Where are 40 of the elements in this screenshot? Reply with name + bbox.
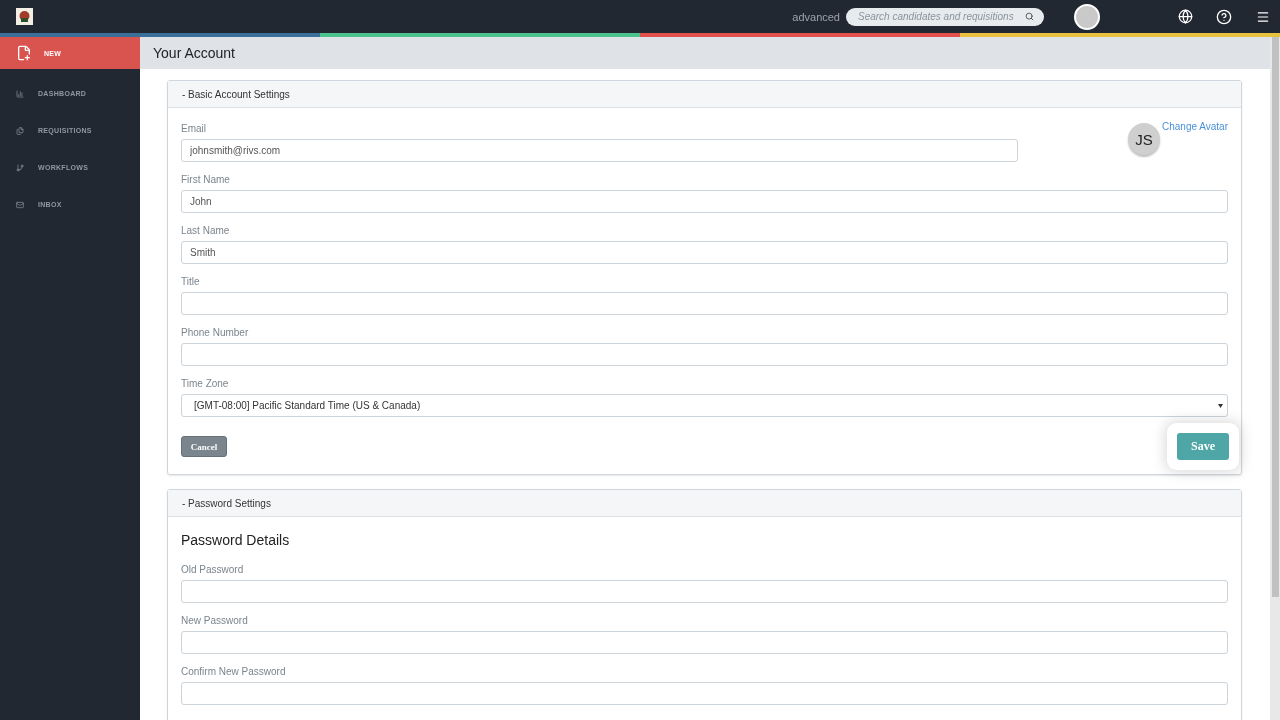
input-field[interactable]: John: [181, 190, 1228, 213]
page-title: Your Account: [140, 37, 1270, 69]
globe-icon[interactable]: [1178, 9, 1193, 24]
menu-icon[interactable]: [1256, 9, 1270, 24]
advanced-link[interactable]: advanced: [792, 10, 840, 23]
input-field[interactable]: johnsmith@rivs.com: [181, 139, 1018, 162]
bar-chart-icon: [16, 89, 24, 98]
field-label: Last Name: [181, 225, 231, 236]
input-field[interactable]: [181, 631, 1228, 654]
input-field[interactable]: [181, 682, 1228, 705]
field-label: Phone Number: [181, 327, 250, 338]
field-label: Confirm New Password: [181, 666, 287, 677]
input-field[interactable]: [181, 343, 1228, 366]
field-label: Email: [181, 123, 207, 134]
section-heading: Password Details: [181, 532, 291, 548]
scrollbar[interactable]: [1270, 37, 1280, 720]
cancel-button[interactable]: Cancel: [181, 436, 227, 457]
documents-icon: [16, 126, 24, 135]
time-zone-select[interactable]: [GMT-08:00] Pacific Standard Time (US & Canada): [181, 394, 1228, 417]
search-icon: [1025, 12, 1034, 21]
user-avatar[interactable]: [1074, 3, 1100, 30]
caret-icon: [1218, 403, 1223, 408]
field-label: Title: [181, 276, 201, 287]
card-header[interactable]: - Password Settings: [168, 490, 1241, 517]
field-label: Time Zone: [181, 378, 230, 389]
file-plus-icon: [16, 45, 32, 61]
field-label: First Name: [181, 174, 231, 185]
input-field[interactable]: [181, 580, 1228, 603]
help-icon[interactable]: [1216, 8, 1232, 25]
avatar-circle: JS: [1128, 123, 1160, 155]
logo-icon: [16, 8, 33, 25]
card-header[interactable]: - Basic Account Settings: [168, 81, 1241, 108]
branch-icon: [16, 163, 24, 172]
field-label: Old Password: [181, 564, 245, 575]
input-field[interactable]: Smith: [181, 241, 1228, 264]
input-field[interactable]: [181, 292, 1228, 315]
field-label: New Password: [181, 615, 249, 626]
mail-icon: [16, 200, 24, 209]
search-field[interactable]: Search candidates and requisitions: [846, 7, 1044, 26]
change-avatar-link[interactable]: Change Avatar: [1162, 121, 1228, 132]
